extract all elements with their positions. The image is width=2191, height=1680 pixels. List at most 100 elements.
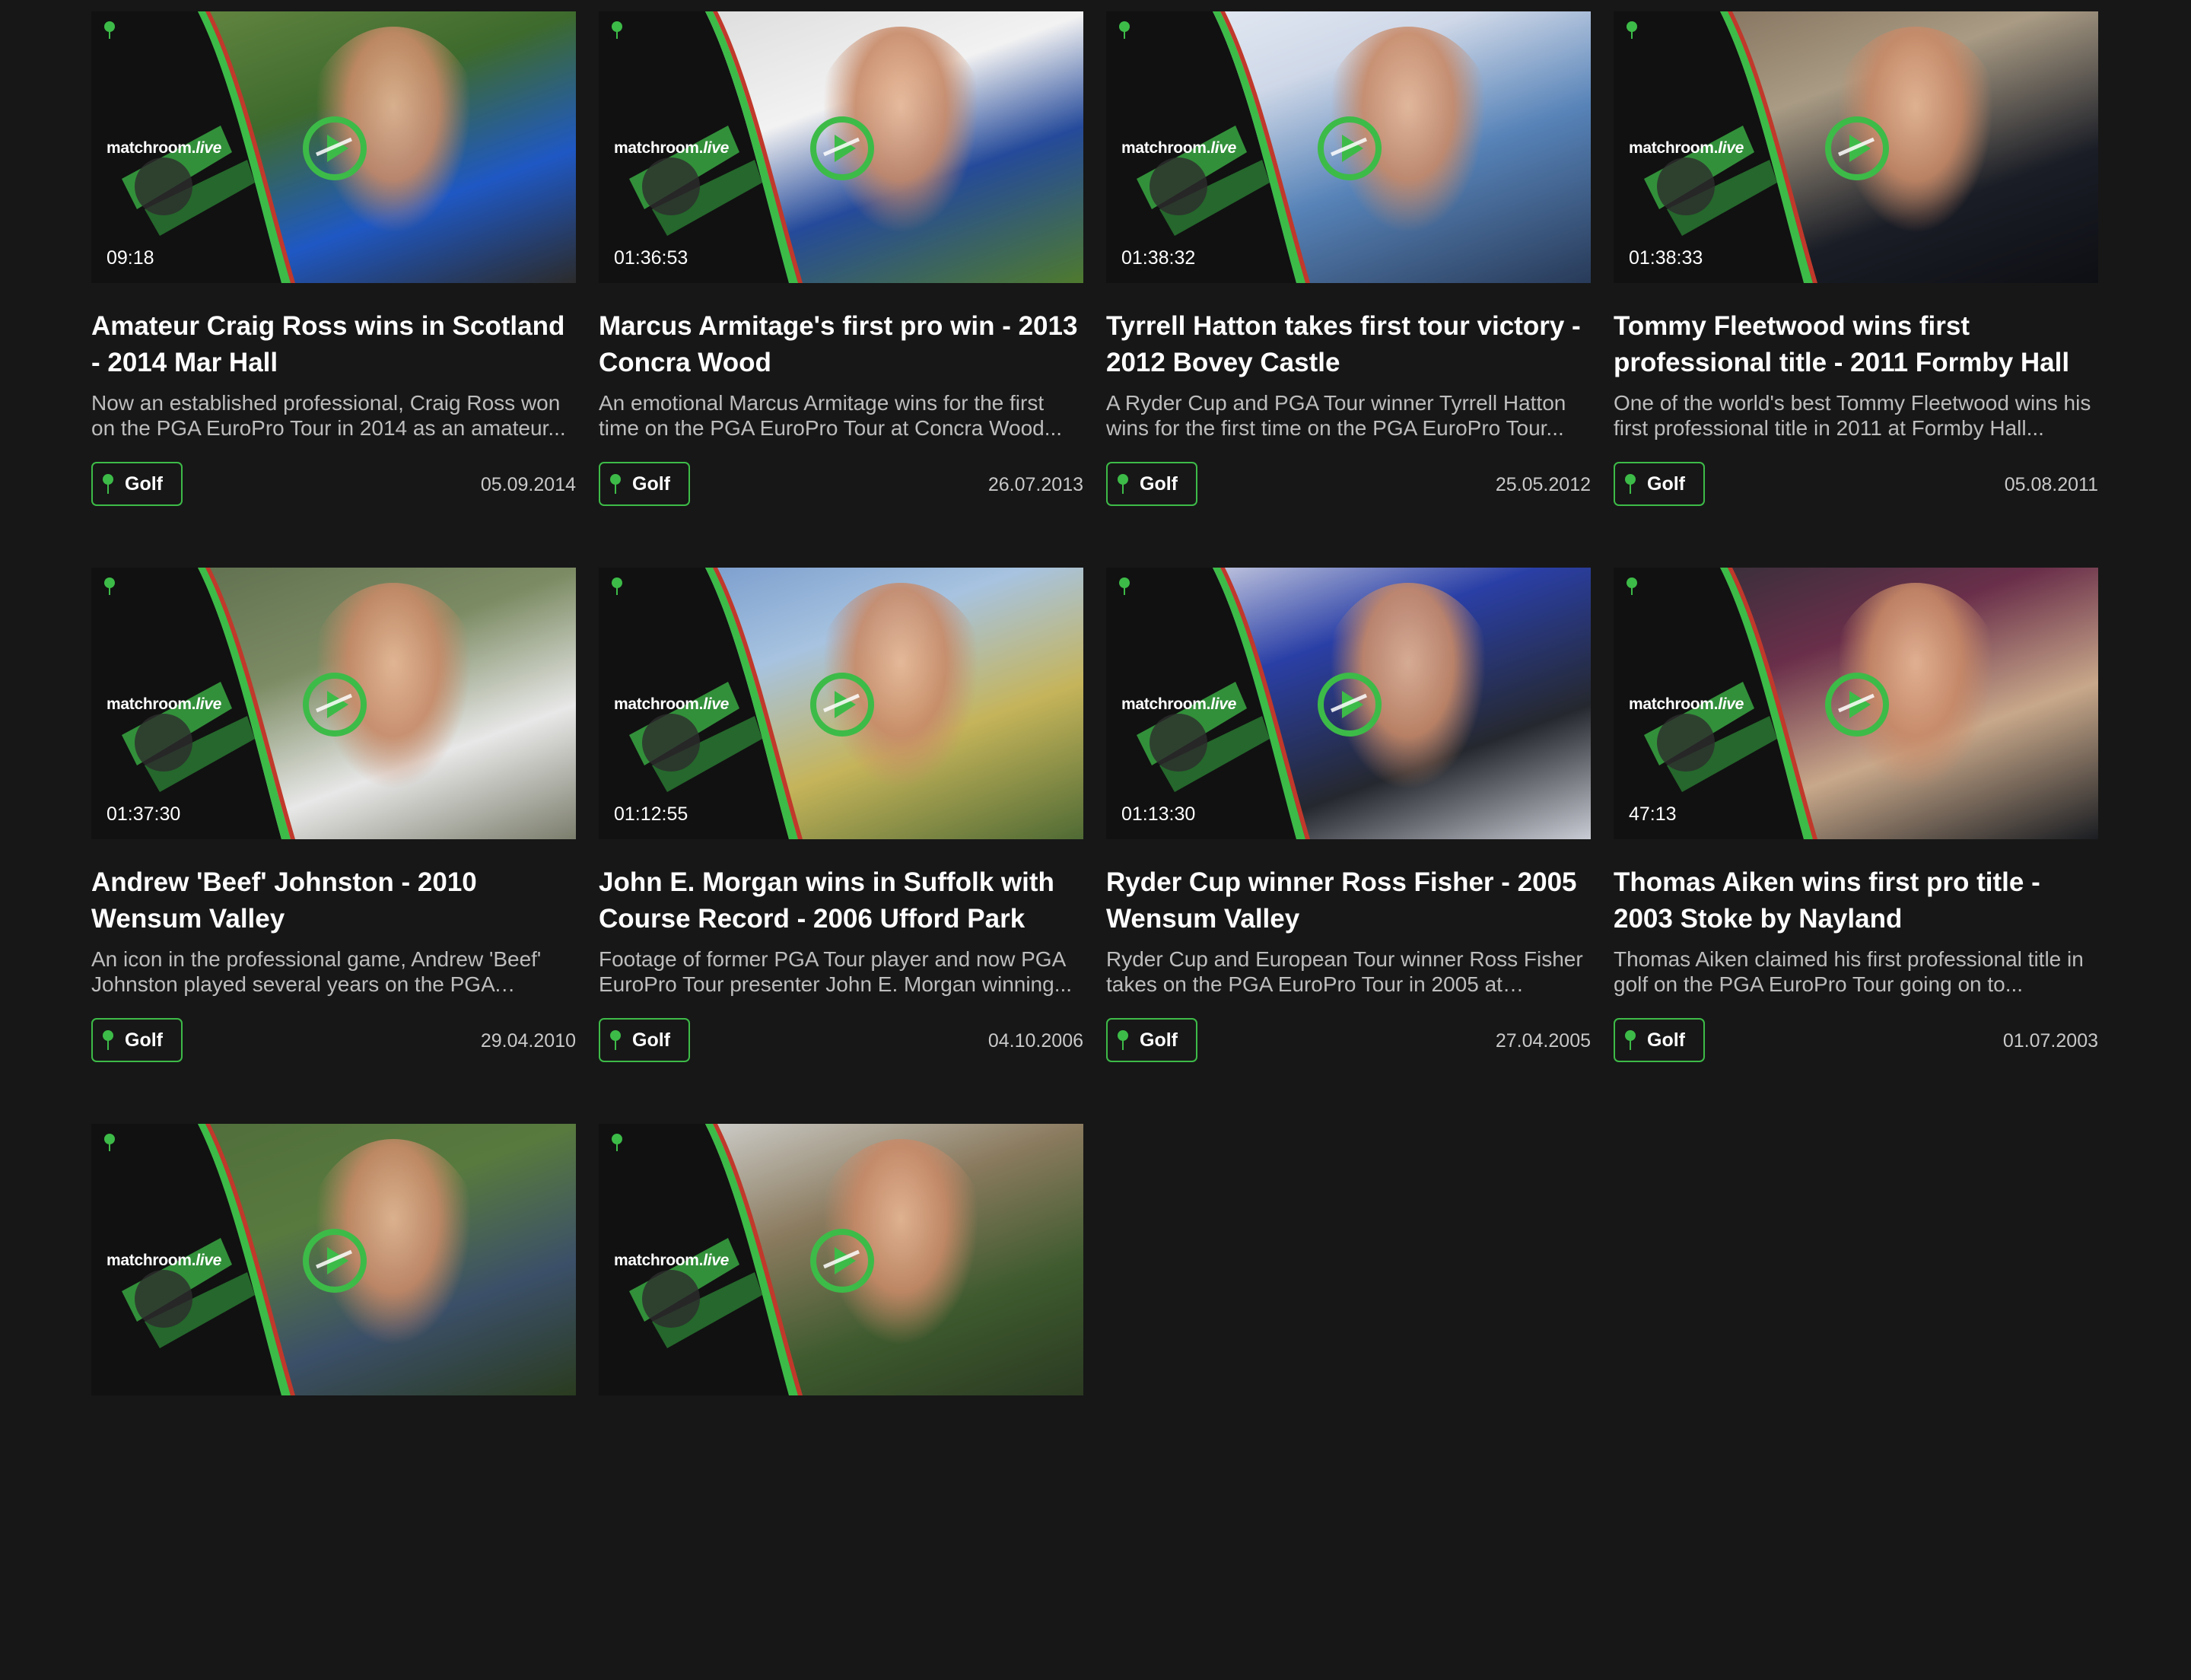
video-date: 26.07.2013 <box>987 474 1083 495</box>
video-card[interactable]: matchroom.live <box>599 1124 1083 1680</box>
brand-logo: matchroom.live <box>614 1252 730 1269</box>
play-icon[interactable] <box>810 1229 874 1293</box>
category-tag[interactable]: Golf <box>599 1018 690 1062</box>
brand-logo: matchroom.live <box>614 695 730 713</box>
video-thumbnail[interactable]: matchroom.live 01:36:53 <box>599 11 1083 283</box>
video-thumbnail[interactable]: matchroom.live 09:18 <box>91 11 576 283</box>
golf-pin-icon <box>1118 1030 1128 1050</box>
category-label: Golf <box>125 473 163 495</box>
video-thumbnail[interactable]: matchroom.live 01:38:33 <box>1614 11 2098 283</box>
video-title[interactable]: Andrew 'Beef' Johnston - 2010 Wensum Val… <box>91 864 576 937</box>
category-label: Golf <box>632 1029 670 1051</box>
play-icon[interactable] <box>1825 673 1889 737</box>
category-label: Golf <box>1647 473 1685 495</box>
golf-pin-icon <box>1118 474 1128 494</box>
category-tag[interactable]: Golf <box>91 462 183 506</box>
video-description: Ryder Cup and European Tour winner Ross … <box>1106 947 1583 996</box>
video-description: One of the world's best Tommy Fleetwood … <box>1614 391 2091 440</box>
video-description: Footage of former PGA Tour player and no… <box>599 947 1073 996</box>
brand-logo: matchroom.live <box>107 139 222 157</box>
video-thumbnail[interactable]: matchroom.live <box>91 1124 576 1395</box>
play-icon[interactable] <box>810 116 874 180</box>
video-title[interactable]: Marcus Armitage's first pro win - 2013 C… <box>599 308 1083 381</box>
video-title[interactable]: Tyrrell Hatton takes first tour victory … <box>1106 308 1591 381</box>
play-icon[interactable] <box>810 673 874 737</box>
video-thumbnail[interactable]: matchroom.live 47:13 <box>1614 568 2098 839</box>
golf-pin-icon <box>1625 1030 1636 1050</box>
video-card[interactable]: matchroom.live 01:38:33 Tommy Fleetwood … <box>1614 11 2098 568</box>
video-date: 25.05.2012 <box>1495 474 1591 495</box>
video-card[interactable]: matchroom.live 01:37:30 Andrew 'Beef' Jo… <box>91 568 576 1124</box>
video-thumbnail[interactable]: matchroom.live 01:37:30 <box>91 568 576 839</box>
video-title[interactable]: Ryder Cup winner Ross Fisher - 2005 Wens… <box>1106 864 1591 937</box>
video-card[interactable]: matchroom.live 01:13:30 Ryder Cup winner… <box>1106 568 1591 1124</box>
brand-logo: matchroom.live <box>1121 139 1237 157</box>
video-description: An emotional Marcus Armitage wins for th… <box>599 391 1063 440</box>
video-description: Now an established professional, Craig R… <box>91 391 566 440</box>
play-icon[interactable] <box>303 1229 367 1293</box>
category-tag[interactable]: Golf <box>91 1018 183 1062</box>
video-date: 29.04.2010 <box>480 1030 576 1052</box>
video-duration: 01:38:32 <box>1121 247 1196 269</box>
video-thumbnail[interactable]: matchroom.live 01:13:30 <box>1106 568 1591 839</box>
play-icon[interactable] <box>1318 673 1382 737</box>
video-card[interactable]: matchroom.live <box>91 1124 576 1680</box>
video-title[interactable]: Amateur Craig Ross wins in Scotland - 20… <box>91 308 576 381</box>
golf-pin-icon <box>610 474 621 494</box>
video-description: A Ryder Cup and PGA Tour winner Tyrrell … <box>1106 391 1566 440</box>
video-description: An icon in the professional game, Andrew… <box>91 947 542 996</box>
golf-pin-icon <box>612 21 622 39</box>
video-date: 01.07.2003 <box>2002 1030 2098 1052</box>
video-title[interactable]: Thomas Aiken wins first pro title - 2003… <box>1614 864 2098 937</box>
play-icon[interactable] <box>1318 116 1382 180</box>
video-card[interactable]: matchroom.live 01:38:32 Tyrrell Hatton t… <box>1106 11 1591 568</box>
video-duration: 01:12:55 <box>614 803 688 825</box>
play-icon[interactable] <box>303 673 367 737</box>
golf-pin-icon <box>612 578 622 595</box>
category-label: Golf <box>125 1029 163 1051</box>
video-duration: 47:13 <box>1629 803 1677 825</box>
brand-logo: matchroom.live <box>107 695 222 713</box>
golf-pin-icon <box>104 578 115 595</box>
golf-pin-icon <box>610 1030 621 1050</box>
video-title[interactable]: Tommy Fleetwood wins first professional … <box>1614 308 2098 381</box>
video-date: 05.08.2011 <box>2004 474 2098 495</box>
golf-pin-icon <box>1625 474 1636 494</box>
video-card[interactable]: matchroom.live 09:18 Amateur Craig Ross … <box>91 11 576 568</box>
brand-logo: matchroom.live <box>614 139 730 157</box>
category-tag[interactable]: Golf <box>1614 1018 1705 1062</box>
golf-pin-icon <box>1119 578 1130 595</box>
category-label: Golf <box>1140 1029 1178 1051</box>
video-card[interactable]: matchroom.live 01:12:55 John E. Morgan w… <box>599 568 1083 1124</box>
video-duration: 01:13:30 <box>1121 803 1196 825</box>
video-thumbnail[interactable]: matchroom.live 01:38:32 <box>1106 11 1591 283</box>
golf-pin-icon <box>1627 578 1637 595</box>
video-card[interactable]: matchroom.live 01:36:53 Marcus Armitage'… <box>599 11 1083 568</box>
video-title[interactable]: John E. Morgan wins in Suffolk with Cour… <box>599 864 1083 937</box>
brand-logo: matchroom.live <box>1629 695 1744 713</box>
video-thumbnail[interactable]: matchroom.live <box>599 1124 1083 1395</box>
video-duration: 09:18 <box>107 247 154 269</box>
golf-pin-icon <box>104 1134 115 1151</box>
brand-logo: matchroom.live <box>1629 139 1744 157</box>
video-duration: 01:36:53 <box>614 247 688 269</box>
brand-logo: matchroom.live <box>1121 695 1237 713</box>
golf-pin-icon <box>1119 21 1130 39</box>
video-duration: 01:37:30 <box>107 803 181 825</box>
play-icon[interactable] <box>1825 116 1889 180</box>
category-tag[interactable]: Golf <box>599 462 690 506</box>
video-date: 27.04.2005 <box>1495 1030 1591 1052</box>
video-date: 04.10.2006 <box>987 1030 1083 1052</box>
category-label: Golf <box>632 473 670 495</box>
category-tag[interactable]: Golf <box>1106 1018 1197 1062</box>
category-tag[interactable]: Golf <box>1614 462 1705 506</box>
video-duration: 01:38:33 <box>1629 247 1703 269</box>
video-card[interactable]: matchroom.live 47:13 Thomas Aiken wins f… <box>1614 568 2098 1124</box>
golf-pin-icon <box>103 474 113 494</box>
category-label: Golf <box>1647 1029 1685 1051</box>
play-icon[interactable] <box>303 116 367 180</box>
golf-pin-icon <box>103 1030 113 1050</box>
category-tag[interactable]: Golf <box>1106 462 1197 506</box>
video-thumbnail[interactable]: matchroom.live 01:12:55 <box>599 568 1083 839</box>
video-description: Thomas Aiken claimed his first professio… <box>1614 947 2084 996</box>
